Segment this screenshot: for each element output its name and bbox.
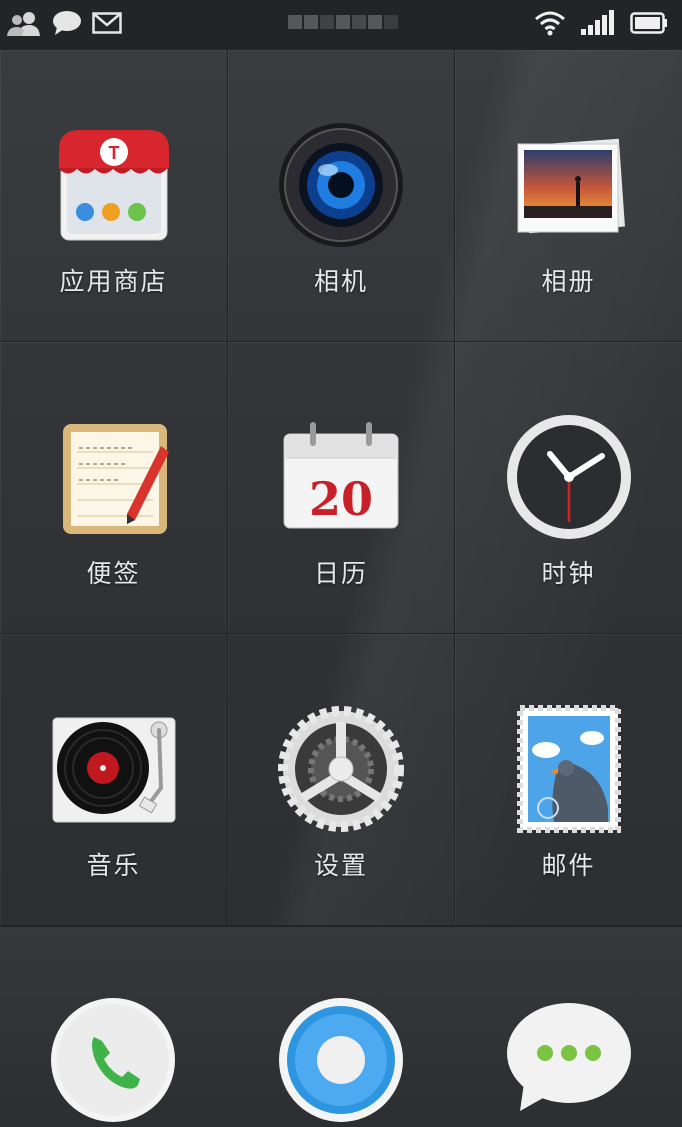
wifi-icon (535, 11, 565, 36)
app-label: 便签 (86, 559, 141, 588)
signal-icon (581, 10, 614, 35)
calendar-day: 20 (308, 472, 373, 526)
app-label: 相册 (541, 267, 596, 296)
status-bar (0, 0, 682, 50)
app-label: 设置 (313, 851, 368, 880)
messages-icon[interactable] (506, 997, 632, 1123)
battery-icon (630, 12, 667, 34)
home-screen: T 应用商店 相机 相册 便签 20 日历 时钟 音乐 设置 邮件 (0, 0, 682, 1127)
browser-icon[interactable] (278, 997, 404, 1123)
notes-icon (62, 424, 169, 534)
music-icon (52, 717, 175, 823)
app-label: 音乐 (86, 851, 141, 880)
mail-stamp-icon (516, 705, 621, 833)
chat-bubble-icon (53, 11, 81, 35)
settings-icon (278, 706, 404, 832)
app-tile-settings[interactable]: 设置 (228, 634, 455, 926)
camera-icon (279, 123, 403, 247)
app-tile-notes[interactable]: 便签 (0, 342, 228, 634)
gallery-icon (517, 138, 625, 234)
app-label: 日历 (313, 559, 368, 588)
dock (0, 926, 682, 1127)
app-tile-gallery[interactable]: 相册 (455, 50, 682, 342)
app-tile-clock[interactable]: 时钟 (455, 342, 682, 634)
app-tile-app-store[interactable]: T 应用商店 (0, 50, 228, 342)
clock-icon (506, 415, 631, 539)
app-grid: T 应用商店 相机 相册 便签 20 日历 时钟 音乐 设置 邮件 (0, 50, 682, 926)
app-label: 应用商店 (59, 267, 168, 296)
app-tile-camera[interactable]: 相机 (228, 50, 455, 342)
mail-icon (92, 12, 122, 34)
phone-icon[interactable] (50, 997, 176, 1123)
app-store-icon: T (58, 130, 169, 241)
app-tile-calendar[interactable]: 20 日历 (228, 342, 455, 634)
app-label: 邮件 (541, 851, 596, 880)
app-label: 时钟 (541, 559, 596, 588)
svg-text:T: T (108, 143, 119, 163)
blurred-carrier-text (288, 14, 408, 36)
app-label: 相机 (313, 267, 368, 296)
contacts-icon (7, 12, 40, 36)
app-tile-mail[interactable]: 邮件 (455, 634, 682, 926)
app-tile-music[interactable]: 音乐 (0, 634, 228, 926)
